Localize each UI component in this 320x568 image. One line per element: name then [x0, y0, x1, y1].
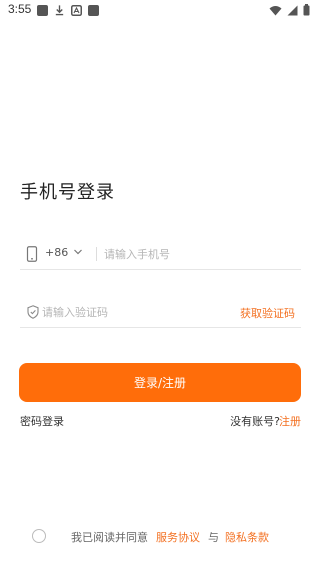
register-link[interactable]: 注册 [279, 413, 301, 429]
phone-icon [26, 246, 38, 262]
font-badge-icon [71, 4, 82, 16]
wifi-icon [269, 5, 282, 15]
service-agreement-link[interactable]: 服务协议 [156, 529, 200, 545]
login-register-button[interactable]: 登录/注册 [19, 363, 301, 402]
get-code-button[interactable]: 获取验证码 [240, 305, 295, 321]
status-right-icons [269, 4, 310, 16]
agreement-prefix-text: 我已阅读并同意 [71, 531, 148, 544]
battery-icon [303, 4, 310, 16]
verification-code-input[interactable] [42, 301, 212, 323]
agreement-checkbox[interactable] [32, 529, 46, 543]
shield-check-icon [27, 305, 39, 319]
password-login-link[interactable]: 密码登录 [20, 413, 64, 429]
page-title: 手机号登录 [20, 182, 115, 203]
notification-square-icon [88, 4, 99, 16]
phone-number-field: +86 [20, 238, 301, 270]
privacy-policy-link[interactable]: 隐私条款 [225, 529, 269, 545]
divider [96, 247, 97, 261]
status-time: 3:55 [8, 2, 32, 16]
signal-icon [287, 5, 298, 15]
agreement-and-text: 与 [208, 531, 219, 544]
chevron-down-icon[interactable] [73, 247, 83, 257]
verification-code-field: 获取验证码 [20, 296, 301, 328]
phone-number-input[interactable] [104, 243, 294, 265]
download-icon [55, 5, 64, 16]
status-left-icons [37, 4, 99, 16]
no-account-text: 没有账号? [230, 415, 280, 428]
country-code[interactable]: +86 [45, 246, 68, 259]
status-bar: 3:55 [0, 0, 320, 22]
notification-square-icon [37, 4, 48, 16]
